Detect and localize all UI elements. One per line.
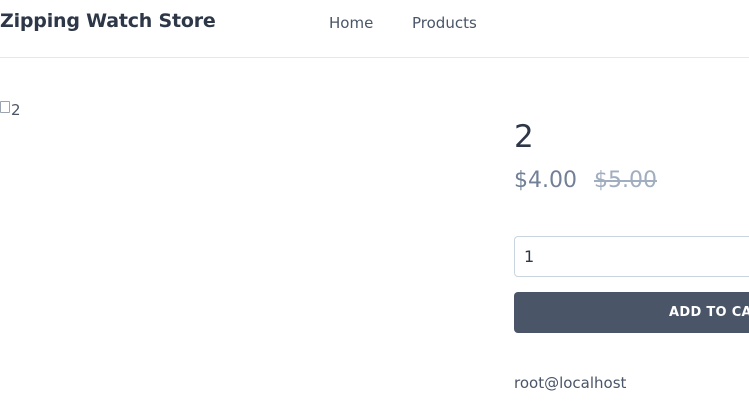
brand-logo-link[interactable]: Zipping Watch Store [0, 10, 216, 32]
nav-home-link[interactable]: Home [329, 14, 373, 32]
original-price: $5.00 [593, 168, 657, 193]
sale-price: $4.00 [514, 168, 577, 193]
broken-image-icon [0, 101, 10, 113]
contact-email: root@localhost [514, 374, 627, 392]
site-header: Zipping Watch Store Home Products [0, 0, 749, 58]
nav-products-link[interactable]: Products [412, 14, 477, 32]
price-row: $4.00 $5.00 [514, 168, 657, 193]
product-title: 2 [514, 119, 534, 155]
quantity-input[interactable] [514, 236, 749, 277]
add-to-cart-button[interactable]: ADD TO CART [514, 292, 749, 333]
product-image: 2 [0, 100, 21, 120]
product-image-alt-text: 2 [11, 101, 21, 119]
